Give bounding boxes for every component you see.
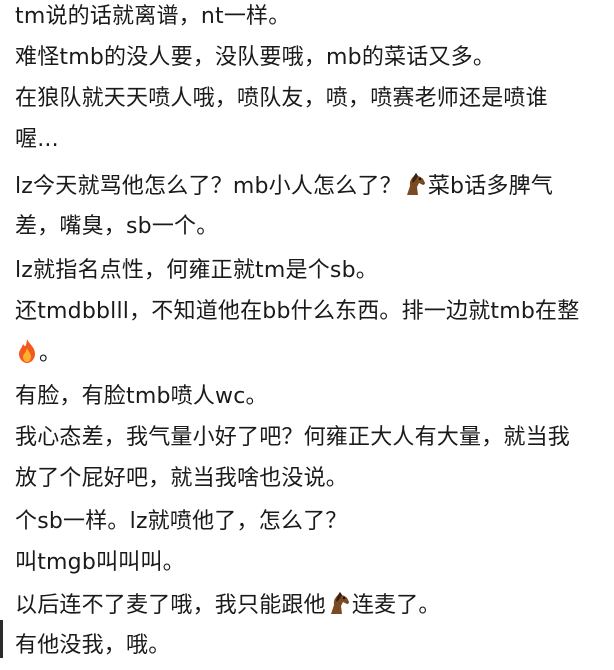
text-line-9: 。: [15, 338, 605, 373]
text-line-1: tm说的话就离谱，nt一样。: [15, 2, 605, 32]
line-text: lz今天就骂他怎么了？mb小人怎么了？: [15, 174, 402, 199]
line-text: 还tmdbblll，不知道他在bb什么东西。排一边就tmb在整: [15, 299, 580, 324]
horse-emoji-icon: [326, 590, 352, 625]
line-text: 喔...: [15, 127, 59, 152]
line-text: 。: [39, 341, 62, 366]
line-text: 难怪tmb的没人要，没队要哦，mb的菜话又多。: [15, 45, 496, 70]
text-line-8: 还tmdbblll，不知道他在bb什么东西。排一边就tmb在整: [15, 297, 605, 327]
text-line-7: lz就指名点性，何雍正就tm是个sb。: [15, 256, 605, 286]
left-edge-marker: [0, 620, 3, 658]
line-text: lz就指名点性，何雍正就tm是个sb。: [15, 258, 378, 283]
line-text: 有他没我，哦。: [15, 633, 171, 658]
text-line-6: 差，嘴臭，sb一个。: [15, 212, 605, 242]
text-line-15: 以后连不了麦了哦，我只能跟他 连麦了。: [15, 590, 605, 625]
text-line-3: 在狼队就天天喷人哦，喷队友，喷，喷赛老师还是喷谁: [15, 84, 605, 114]
horse-emoji-icon: [402, 171, 428, 206]
post-text-body: tm说的话就离谱，nt一样。 难怪tmb的没人要，没队要哦，mb的菜话又多。 在…: [0, 0, 614, 670]
text-line-10: 有脸，有脸tmb喷人wc。: [15, 382, 605, 412]
text-line-4: 喔...: [15, 125, 605, 155]
fire-emoji-icon: [15, 338, 39, 373]
text-line-13: 个sb一样。lz就喷他了，怎么了？: [15, 507, 605, 537]
line-text: 有脸，有脸tmb喷人wc。: [15, 384, 268, 409]
line-text: 菜b话多脾气: [427, 174, 554, 199]
text-line-12: 放了个屁好吧，就当我啥也没说。: [15, 464, 605, 494]
text-line-16: 有他没我，哦。: [15, 631, 605, 661]
text-line-11: 我心态差，我气量小好了吧？何雍正大人有大量，就当我: [15, 423, 605, 453]
line-text: 在狼队就天天喷人哦，喷队友，喷，喷赛老师还是喷谁: [15, 86, 548, 111]
line-text: 放了个屁好吧，就当我啥也没说。: [15, 466, 349, 491]
line-text: 我心态差，我气量小好了吧？何雍正大人有大量，就当我: [15, 425, 571, 450]
line-text: 叫tmgb叫叫叫。: [15, 550, 185, 575]
line-text: tm说的话就离谱，nt一样。: [15, 4, 291, 29]
line-text: 以后连不了麦了哦，我只能跟他: [15, 593, 326, 618]
line-text: 差，嘴臭，sb一个。: [15, 214, 219, 239]
text-line-2: 难怪tmb的没人要，没队要哦，mb的菜话又多。: [15, 43, 605, 73]
text-line-5: lz今天就骂他怎么了？mb小人怎么了？ 菜b话多脾气: [15, 171, 605, 206]
line-text: 个sb一样。lz就喷他了，怎么了？: [15, 509, 348, 534]
line-text: 连麦了。: [351, 593, 441, 618]
text-line-14: 叫tmgb叫叫叫。: [15, 548, 605, 578]
